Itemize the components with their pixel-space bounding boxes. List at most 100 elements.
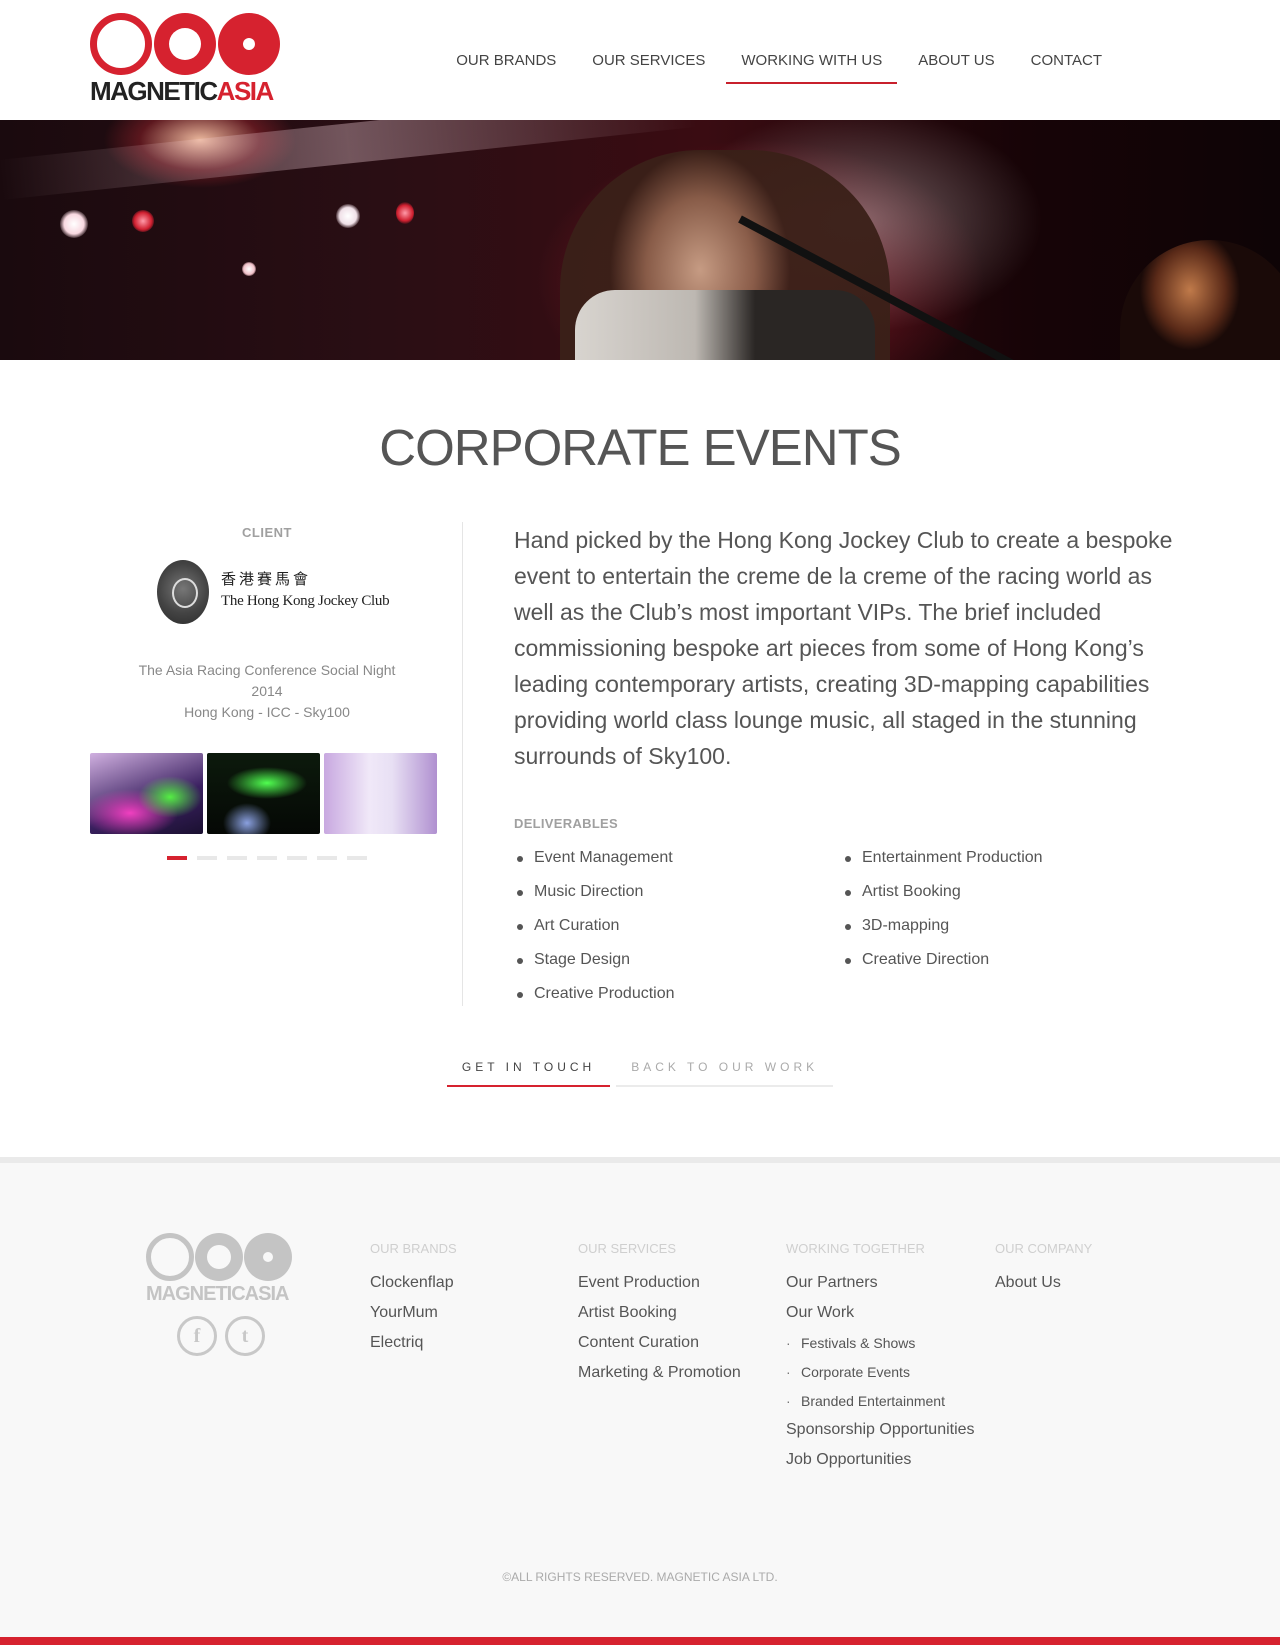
stage-light <box>60 210 88 238</box>
client-logo: 香港賽馬會 The Hong Kong Jockey Club <box>157 560 390 628</box>
image-gallery <box>90 753 444 834</box>
client-logo-chinese: 香港賽馬會 <box>221 570 312 588</box>
footer-col-services: OUR SERVICES Event Production Artist Boo… <box>578 1241 768 1393</box>
footer-col-working: WORKING TOGETHER Our Partners Our Work F… <box>786 1241 976 1480</box>
jockey-club-seal-icon <box>157 560 209 624</box>
site-header: MAGNETICASIA OUR BRANDS OUR SERVICES WOR… <box>0 0 1280 120</box>
nav-about-us[interactable]: ABOUT US <box>903 40 1009 84</box>
gallery-dot[interactable] <box>317 856 337 860</box>
copyright-text: ©ALL RIGHTS RESERVED. MAGNETIC ASIA LTD. <box>502 1570 778 1584</box>
deliverables-list-left: Event Management Music Direction Art Cur… <box>514 841 842 1011</box>
project-description: Hand picked by the Hong Kong Jockey Club… <box>514 527 1173 769</box>
footer-logo-circle-ring <box>195 1233 243 1281</box>
logo-wordmark: MAGNETICASIA <box>90 76 275 107</box>
action-buttons: GET IN TOUCH BACK TO OUR WORK <box>0 1050 1280 1087</box>
footer-link-branded-entertainment[interactable]: Branded Entertainment <box>786 1391 976 1411</box>
site-footer: MAGNETICASIA f t OUR BRANDS Clockenflap … <box>0 1157 1280 1637</box>
logo-circle-outline <box>90 13 152 75</box>
guitarist-figure <box>1120 240 1280 360</box>
event-location: Hong Kong - ICC - Sky100 <box>184 704 350 720</box>
footer-heading-brands: OUR BRANDS <box>370 1241 457 1256</box>
project-details: Hand picked by the Hong Kong Jockey Club… <box>514 522 1180 1011</box>
footer-link-artist-booking[interactable]: Artist Booking <box>578 1303 768 1323</box>
hero-banner-image <box>0 120 1280 360</box>
nav-our-services[interactable]: OUR SERVICES <box>577 40 720 84</box>
deliverable-item: Art Curation <box>514 909 842 943</box>
get-in-touch-button[interactable]: GET IN TOUCH <box>446 1050 611 1087</box>
twitter-icon[interactable]: t <box>225 1316 265 1356</box>
bottom-accent-bar <box>0 1637 1280 1645</box>
deliverable-item: Artist Booking <box>842 875 1170 909</box>
footer-link-our-work[interactable]: Our Work <box>786 1303 976 1323</box>
logo-word-asia: ASIA <box>216 76 275 106</box>
gallery-dot[interactable] <box>287 856 307 860</box>
deliverable-item: Creative Direction <box>842 943 1170 977</box>
deliverable-item: Stage Design <box>514 943 842 977</box>
footer-col-company: OUR COMPANY About Us <box>995 1241 1185 1303</box>
stage-light <box>336 204 360 228</box>
gallery-thumbnail[interactable] <box>324 753 437 834</box>
footer-heading-company: OUR COMPANY <box>995 1241 1093 1256</box>
footer-link-clockenflap[interactable]: Clockenflap <box>370 1273 560 1293</box>
deliverables-label: DELIVERABLES <box>514 816 619 831</box>
logo-circle-ring <box>154 13 216 75</box>
stage-light-beam <box>0 120 699 200</box>
footer-col-brands: OUR BRANDS Clockenflap YourMum Electriq <box>370 1241 560 1363</box>
logo-circle-dot <box>218 13 280 75</box>
event-year: 2014 <box>251 683 283 699</box>
deliverables-lists: Event Management Music Direction Art Cur… <box>514 841 1180 1011</box>
page-title: CORPORATE EVENTS <box>379 419 901 476</box>
footer-link-content-curation[interactable]: Content Curation <box>578 1333 768 1353</box>
footer-link-job-opportunities[interactable]: Job Opportunities <box>786 1450 976 1470</box>
footer-heading-services: OUR SERVICES <box>578 1241 677 1256</box>
client-panel: CLIENT 香港賽馬會 The Hong Kong Jockey Club T… <box>90 520 444 860</box>
deliverable-item: Event Management <box>514 841 842 875</box>
brand-logo[interactable]: MAGNETICASIA <box>90 12 280 107</box>
footer-link-about-us[interactable]: About Us <box>995 1273 1185 1293</box>
deliverable-item: Creative Production <box>514 977 842 1011</box>
main-nav: OUR BRANDS OUR SERVICES WORKING WITH US … <box>438 40 1120 84</box>
column-divider <box>462 522 463 1006</box>
stage-light <box>396 202 414 224</box>
singer-shirt <box>575 290 875 360</box>
footer-logo[interactable]: MAGNETICASIA f t <box>146 1233 296 1356</box>
footer-logo-circles <box>146 1233 296 1281</box>
event-info: The Asia Racing Conference Social Night … <box>90 660 444 723</box>
gallery-dot[interactable] <box>167 856 187 860</box>
facebook-icon[interactable]: f <box>177 1316 217 1356</box>
stage-light <box>132 210 154 232</box>
event-name: The Asia Racing Conference Social Night <box>138 662 396 678</box>
deliverable-item: 3D-mapping <box>842 909 1170 943</box>
footer-link-event-production[interactable]: Event Production <box>578 1273 768 1293</box>
gallery-dot[interactable] <box>257 856 277 860</box>
deliverable-item: Music Direction <box>514 875 842 909</box>
nav-our-brands[interactable]: OUR BRANDS <box>441 40 571 84</box>
footer-link-marketing-promotion[interactable]: Marketing & Promotion <box>578 1363 768 1383</box>
footer-link-sponsorship[interactable]: Sponsorship Opportunities <box>786 1420 976 1440</box>
gallery-dot[interactable] <box>347 856 367 860</box>
stage-light <box>242 262 256 276</box>
deliverable-item: Entertainment Production <box>842 841 1170 875</box>
logo-circles <box>90 12 280 75</box>
footer-link-our-partners[interactable]: Our Partners <box>786 1273 976 1293</box>
client-label: CLIENT <box>242 525 292 540</box>
nav-working-with-us[interactable]: WORKING WITH US <box>726 40 898 84</box>
footer-link-festivals-shows[interactable]: Festivals & Shows <box>786 1333 976 1353</box>
footer-link-yourmum[interactable]: YourMum <box>370 1303 560 1323</box>
gallery-thumbnail[interactable] <box>207 753 320 834</box>
footer-logo-wordmark: MAGNETICASIA <box>146 1283 289 1305</box>
gallery-thumbnail[interactable] <box>90 753 203 834</box>
client-logo-english: The Hong Kong Jockey Club <box>221 593 390 609</box>
gallery-dot[interactable] <box>227 856 247 860</box>
footer-logo-circle-dot <box>244 1233 292 1281</box>
footer-link-corporate-events[interactable]: Corporate Events <box>786 1362 976 1382</box>
gallery-pagination <box>90 856 444 860</box>
footer-link-electriq[interactable]: Electriq <box>370 1333 560 1353</box>
footer-heading-working: WORKING TOGETHER <box>786 1241 925 1256</box>
deliverables-list-right: Entertainment Production Artist Booking … <box>842 841 1170 1011</box>
social-links: f t <box>146 1316 296 1356</box>
gallery-dot[interactable] <box>197 856 217 860</box>
nav-contact[interactable]: CONTACT <box>1016 40 1117 84</box>
back-to-our-work-button[interactable]: BACK TO OUR WORK <box>616 1050 834 1087</box>
footer-logo-circle-outline <box>146 1233 194 1281</box>
